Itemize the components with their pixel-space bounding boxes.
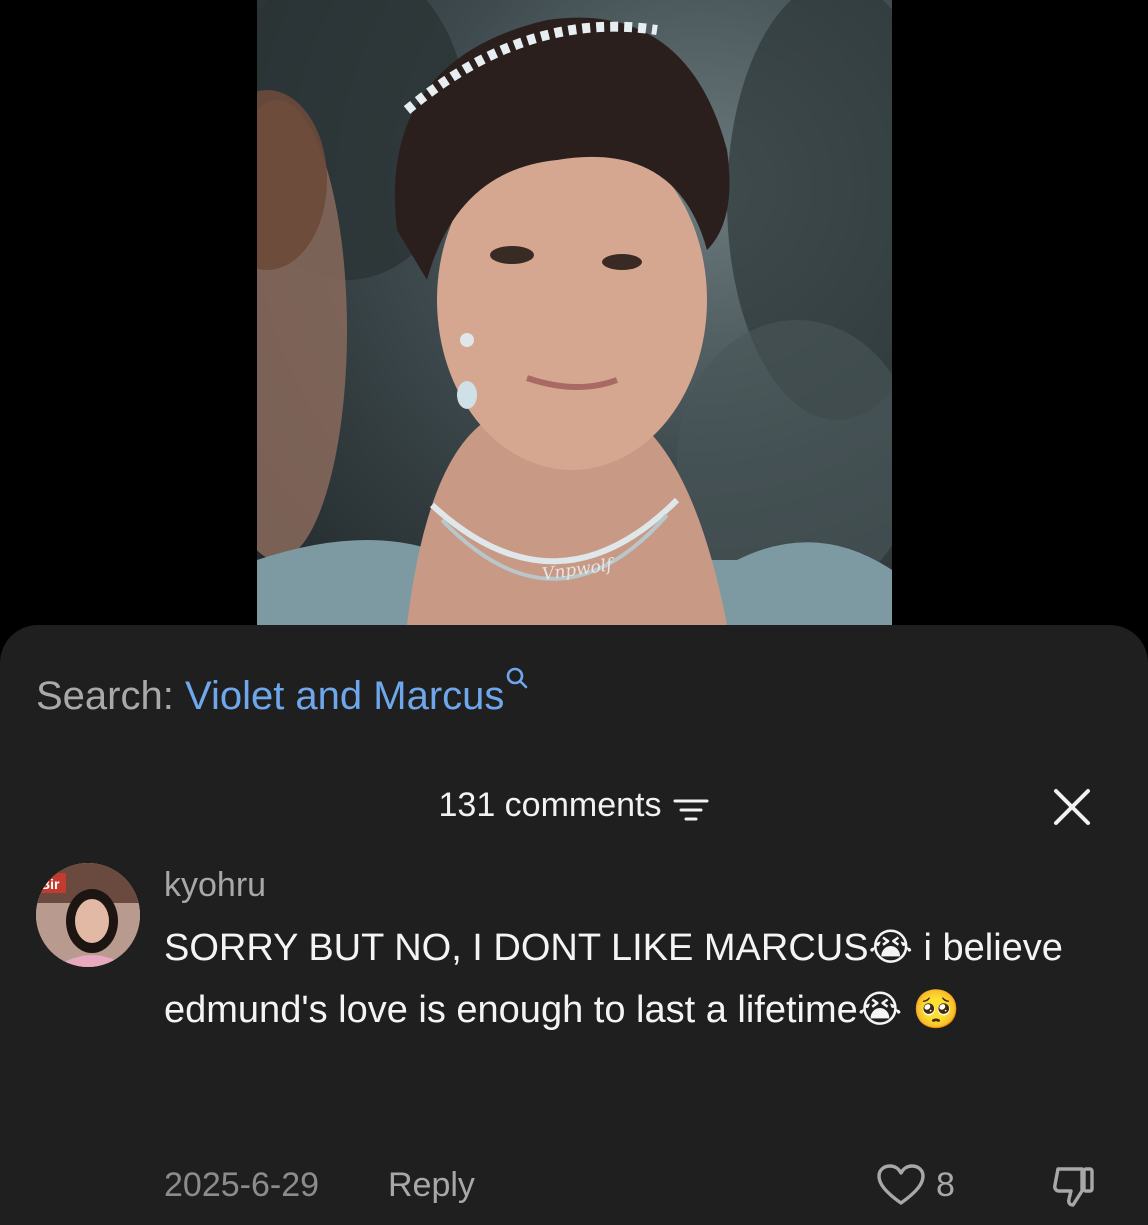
search-suggestion[interactable]: Search: Violet and Marcus	[36, 667, 528, 719]
filter-icon[interactable]	[672, 792, 710, 821]
video-player[interactable]: Vnpwolf	[0, 0, 1148, 640]
comments-sheet: Search: Violet and Marcus 131 comments B…	[0, 625, 1148, 1225]
video-still-image	[257, 0, 892, 625]
comments-header: 131 comments	[0, 785, 1148, 825]
comments-count-button[interactable]: 131 comments	[439, 785, 710, 825]
search-prefix: Search:	[36, 674, 174, 718]
comment-meta: 2025-6-29 Reply 8	[164, 1163, 1104, 1207]
like-count: 8	[936, 1166, 955, 1204]
comment-username[interactable]: kyohru	[164, 865, 266, 905]
comments-count: 131 comments	[438, 786, 662, 824]
svg-text:Bir: Bir	[40, 876, 60, 892]
comment-date: 2025-6-29	[164, 1166, 320, 1204]
close-icon[interactable]	[1052, 787, 1092, 827]
heart-icon[interactable]	[876, 1163, 926, 1207]
video-frame[interactable]: Vnpwolf	[257, 0, 892, 625]
search-term-link[interactable]: Violet and Marcus	[185, 674, 504, 718]
reply-button[interactable]: Reply	[388, 1163, 475, 1207]
like-button[interactable]: 8	[876, 1163, 955, 1207]
avatar[interactable]: Bir	[36, 863, 140, 967]
comment-text: SORRY BUT NO, I DONT LIKE MARCUS😭 i beli…	[164, 927, 1063, 1031]
search-icon[interactable]	[506, 659, 528, 689]
dislike-icon[interactable]	[1050, 1163, 1098, 1211]
